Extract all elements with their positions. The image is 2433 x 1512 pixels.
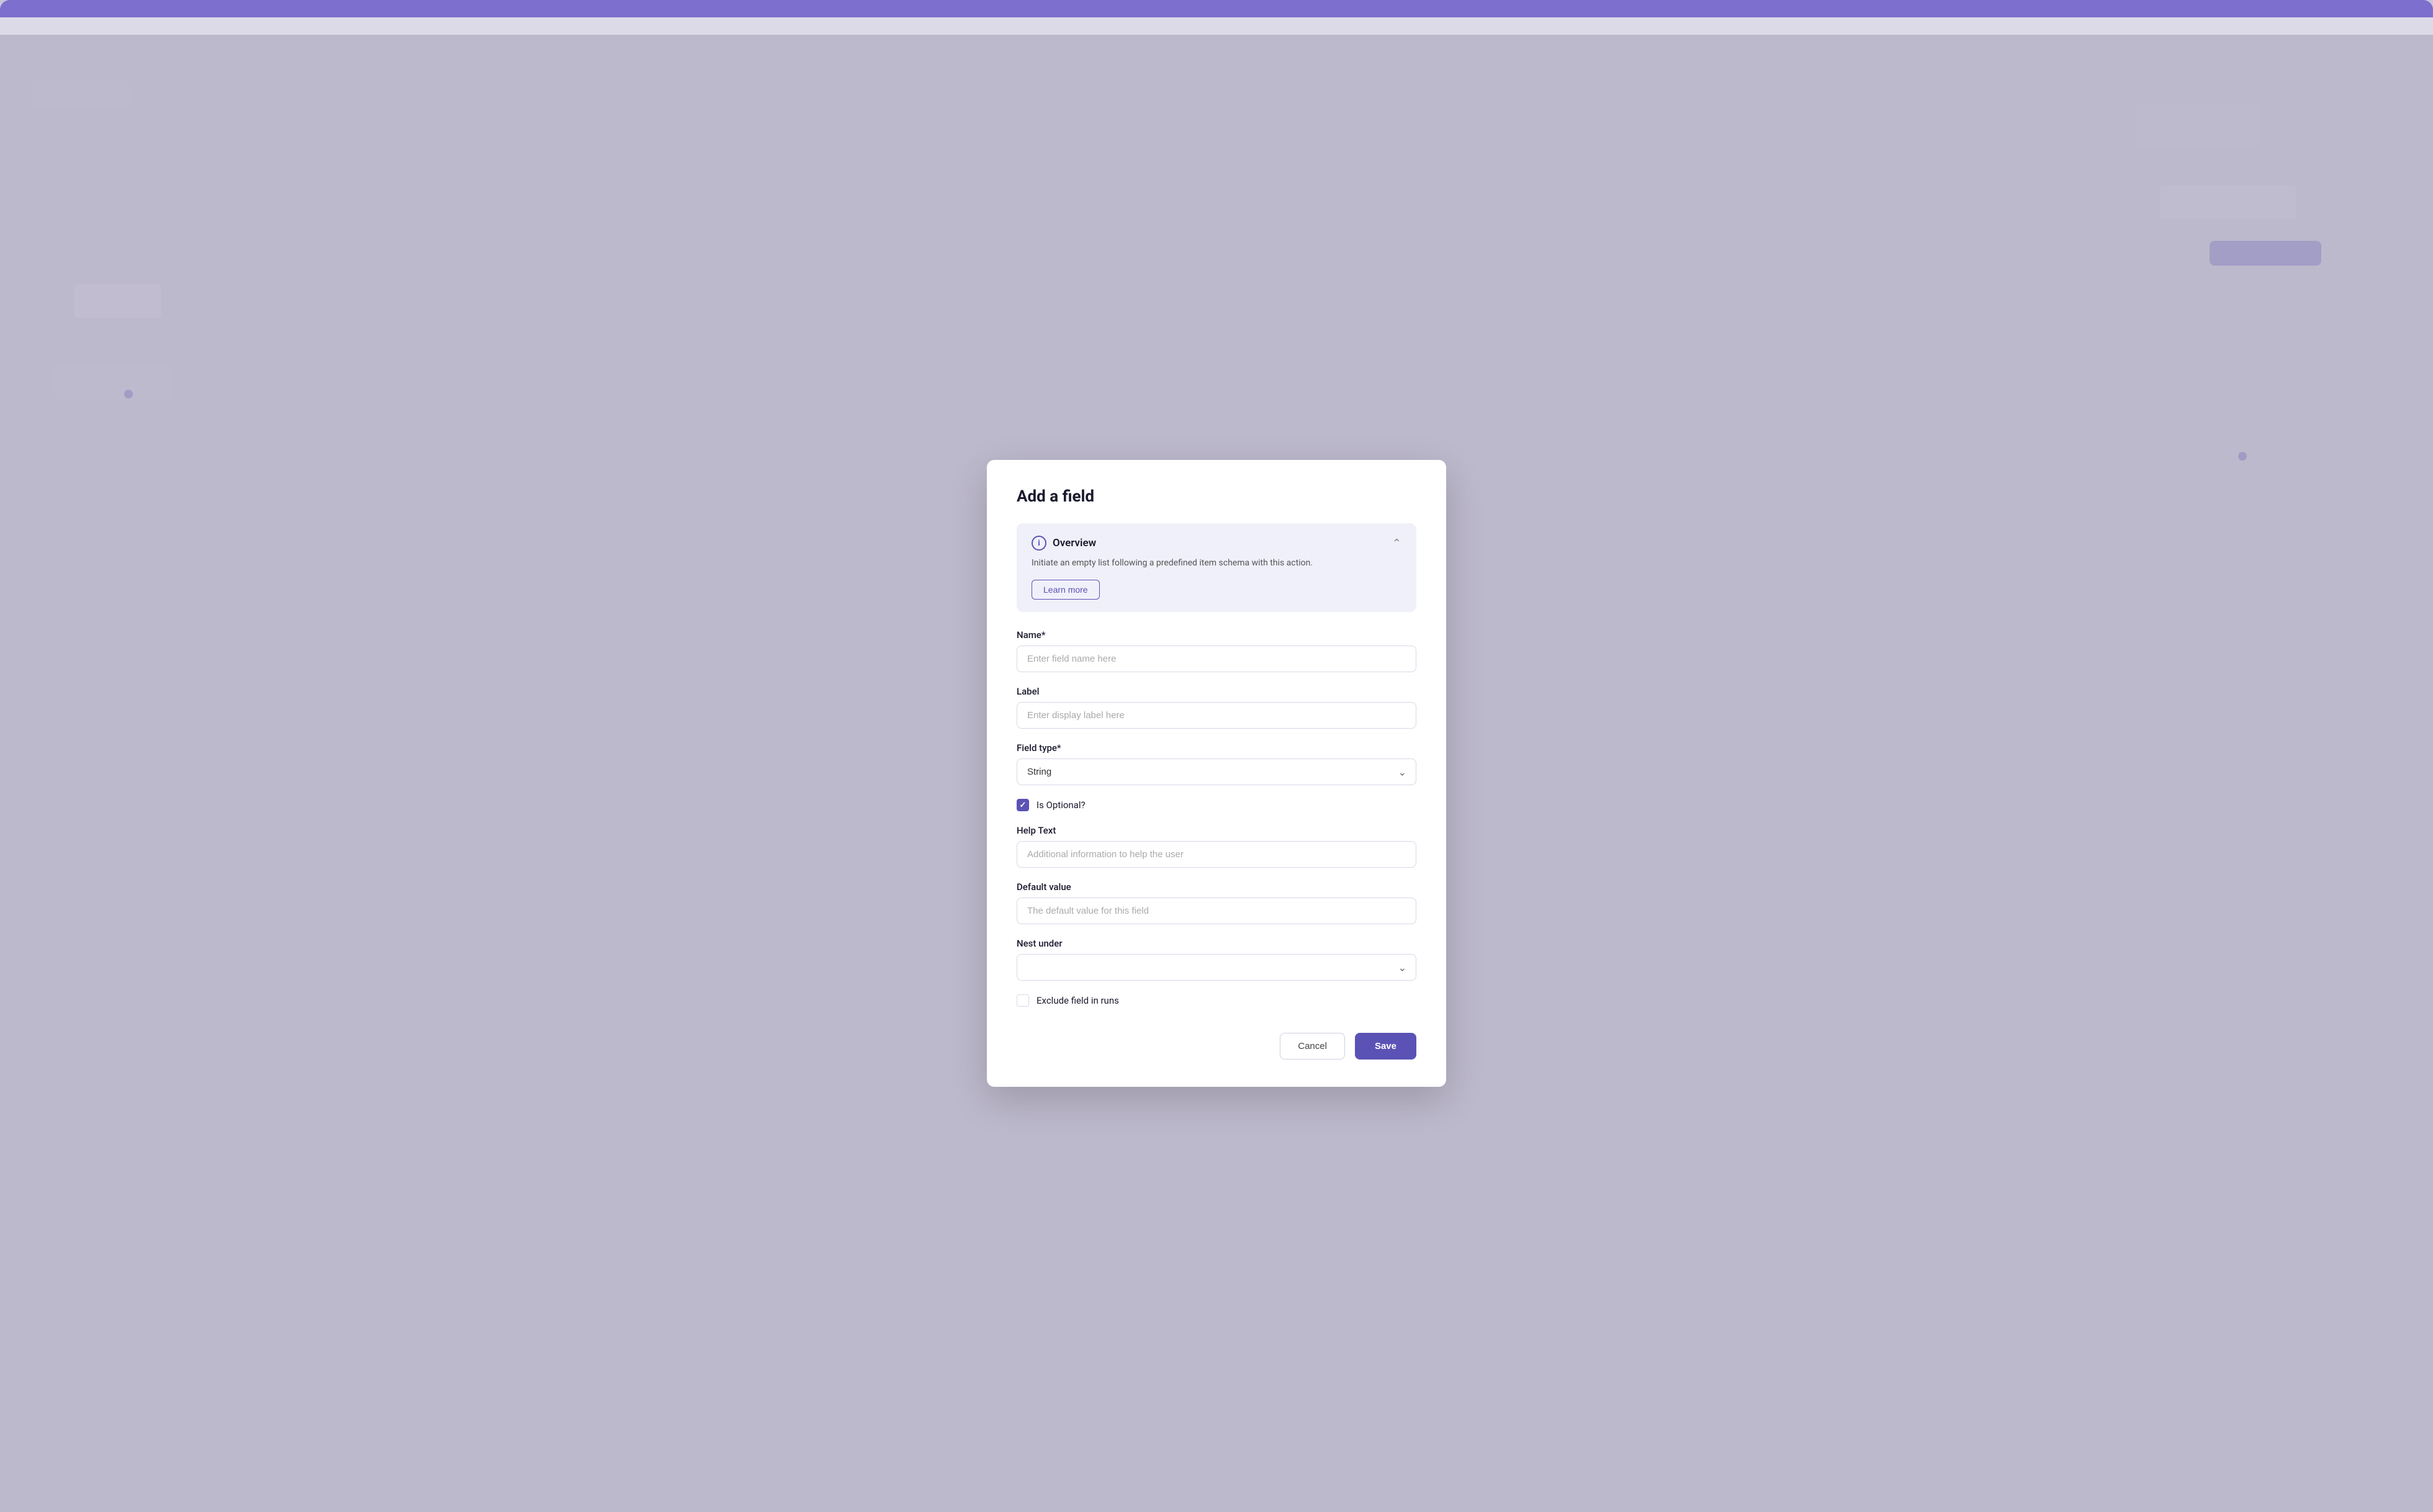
is-optional-row[interactable]: ✓ Is Optional?	[1017, 799, 1416, 811]
field-type-select[interactable]: String Number Boolean Date Object Array	[1017, 758, 1416, 785]
help-text-field-group: Help Text	[1017, 825, 1416, 868]
modal-footer: Cancel Save	[1017, 1020, 1416, 1060]
is-optional-checkbox[interactable]: ✓	[1017, 799, 1029, 811]
exclude-field-row[interactable]: Exclude field in runs	[1017, 994, 1416, 1007]
nest-under-field-group: Nest under ⌄	[1017, 938, 1416, 981]
learn-more-button[interactable]: Learn more	[1032, 580, 1100, 600]
checkmark-icon: ✓	[1020, 801, 1027, 810]
top-bar	[0, 0, 2433, 17]
label-input[interactable]	[1017, 702, 1416, 729]
name-input[interactable]	[1017, 646, 1416, 672]
modal-dialog: Add a field i Overview ⌃ Initiate an emp…	[987, 460, 1446, 1087]
exclude-field-checkbox[interactable]	[1017, 994, 1029, 1007]
field-type-select-wrapper: String Number Boolean Date Object Array …	[1017, 758, 1416, 785]
help-text-label: Help Text	[1017, 825, 1416, 836]
is-optional-label: Is Optional?	[1037, 799, 1086, 811]
name-label: Name*	[1017, 629, 1416, 641]
field-type-label: Field type*	[1017, 742, 1416, 754]
default-value-field-group: Default value	[1017, 881, 1416, 924]
modal-title: Add a field	[1017, 487, 1416, 506]
overview-description: Initiate an empty list following a prede…	[1032, 557, 1401, 570]
cancel-button[interactable]: Cancel	[1280, 1033, 1345, 1060]
default-value-label: Default value	[1017, 881, 1416, 893]
overview-header: i Overview ⌃	[1032, 536, 1401, 551]
background-canvas: Add a field i Overview ⌃ Initiate an emp…	[0, 17, 2433, 1512]
field-type-group: Field type* String Number Boolean Date O…	[1017, 742, 1416, 785]
label-field-group: Label	[1017, 686, 1416, 729]
label-label: Label	[1017, 686, 1416, 697]
nest-under-label: Nest under	[1017, 938, 1416, 949]
overview-title: Overview	[1053, 537, 1096, 549]
nest-under-select-wrapper: ⌄	[1017, 954, 1416, 981]
modal-backdrop: Add a field i Overview ⌃ Initiate an emp…	[0, 35, 2433, 1512]
overview-section: i Overview ⌃ Initiate an empty list foll…	[1017, 523, 1416, 612]
info-icon: i	[1032, 536, 1046, 551]
default-value-input[interactable]	[1017, 898, 1416, 924]
name-field-group: Name*	[1017, 629, 1416, 672]
help-text-input[interactable]	[1017, 841, 1416, 868]
chevron-up-icon[interactable]: ⌃	[1392, 537, 1401, 550]
nest-under-select[interactable]	[1017, 954, 1416, 981]
exclude-field-label: Exclude field in runs	[1037, 995, 1119, 1006]
overview-title-row: i Overview	[1032, 536, 1096, 551]
save-button[interactable]: Save	[1355, 1033, 1416, 1060]
